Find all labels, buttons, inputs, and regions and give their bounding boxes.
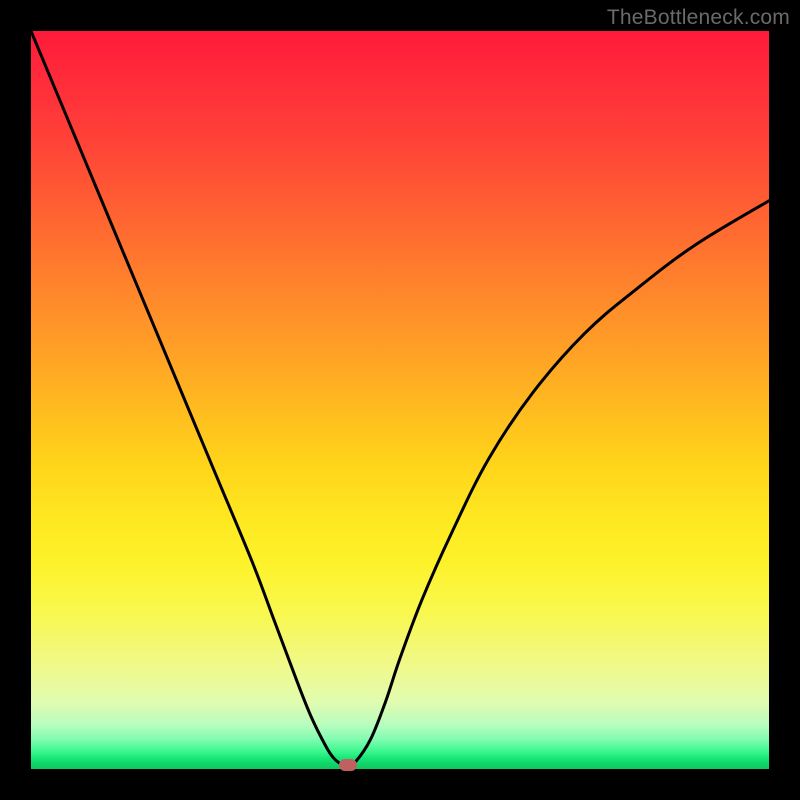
chart-frame: TheBottleneck.com <box>0 0 800 800</box>
bottleneck-curve <box>31 31 769 769</box>
plot-area <box>31 31 769 769</box>
minimum-marker <box>339 759 357 771</box>
watermark-label: TheBottleneck.com <box>607 6 790 30</box>
curve-path <box>31 31 769 765</box>
